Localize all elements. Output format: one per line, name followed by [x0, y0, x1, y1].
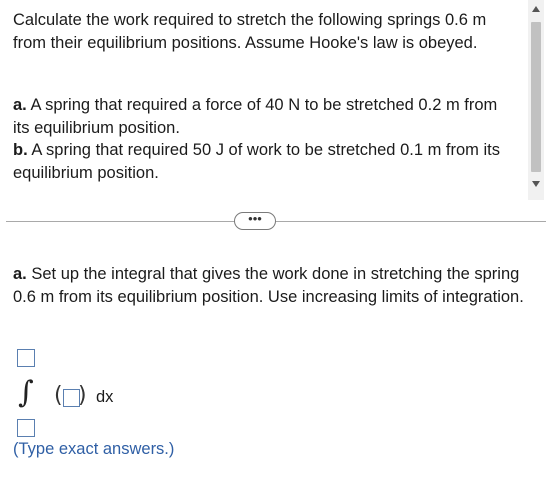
part-a-statement: a. A spring that required a force of 40 …: [13, 94, 518, 139]
open-paren: (: [54, 383, 63, 408]
integrand-group: ( ): [54, 383, 88, 410]
question-pane: Calculate the work required to stretch t…: [0, 0, 528, 200]
part-b-label: b.: [13, 141, 28, 159]
task-label: a.: [13, 265, 27, 283]
more-button[interactable]: •••: [234, 212, 276, 230]
upper-limit-input[interactable]: [17, 349, 35, 367]
question-intro: Calculate the work required to stretch t…: [13, 11, 487, 52]
integral-sign: ∫: [18, 375, 34, 410]
scroll-up-button[interactable]: [528, 2, 544, 18]
lower-limit-input[interactable]: [17, 419, 35, 437]
task-text: Set up the integral that gives the work …: [13, 265, 524, 306]
part-a-text: A spring that required a force of 40 N t…: [13, 96, 498, 137]
part-a-label: a.: [13, 96, 27, 114]
triangle-down-icon: [532, 181, 540, 187]
scroll-down-button[interactable]: [528, 176, 544, 192]
task-prompt: a. Set up the integral that gives the wo…: [13, 263, 538, 308]
part-b-text: A spring that required 50 J of work to b…: [13, 141, 500, 182]
triangle-up-icon: [532, 6, 540, 12]
close-paren: ): [78, 383, 87, 408]
scroll-thumb[interactable]: [531, 22, 541, 172]
part-b-statement: b. A spring that required 50 J of work t…: [13, 139, 518, 184]
question-scrollbar[interactable]: [528, 0, 544, 200]
differential-label: dx: [96, 388, 114, 406]
section-divider: [6, 221, 546, 222]
answer-hint: (Type exact answers.): [13, 440, 175, 458]
